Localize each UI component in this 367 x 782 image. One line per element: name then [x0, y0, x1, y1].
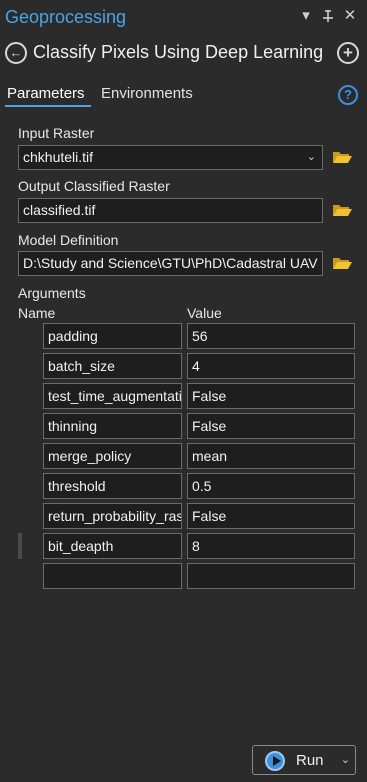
argument-value-field[interactable]: False — [187, 383, 355, 409]
pin-icon[interactable] — [320, 6, 336, 26]
model-definition-input[interactable]: D:\Study and Science\GTU\PhD\Cadastral U… — [18, 251, 323, 276]
add-to-favorites-button[interactable]: + — [337, 42, 359, 64]
play-icon — [265, 751, 285, 771]
argument-value-field[interactable] — [187, 563, 355, 589]
tab-environments[interactable]: Environments — [101, 85, 193, 102]
active-tab-indicator — [5, 105, 91, 107]
argument-value-field[interactable]: 56 — [187, 323, 355, 349]
folder-icon[interactable] — [332, 150, 352, 169]
folder-icon[interactable] — [332, 203, 352, 222]
tool-title: Classify Pixels Using Deep Learning — [33, 42, 324, 62]
close-icon[interactable]: ✕ — [342, 6, 358, 26]
tab-parameters[interactable]: Parameters — [7, 85, 85, 102]
pane-title: Geoprocessing — [5, 7, 127, 27]
arguments-label: Arguments — [18, 285, 86, 301]
argument-name-field[interactable]: batch_size — [43, 353, 182, 379]
help-icon[interactable]: ? — [338, 85, 358, 105]
input-raster-value: chkhuteli.tif — [23, 149, 94, 165]
run-button[interactable]: Run ⌄ — [252, 745, 356, 775]
argument-value-field[interactable]: 8 — [187, 533, 355, 559]
input-raster-label: Input Raster — [18, 125, 95, 141]
argument-value-field[interactable]: False — [187, 413, 355, 439]
argument-name-field[interactable]: padding — [43, 323, 182, 349]
argument-value-field[interactable]: 4 — [187, 353, 355, 379]
output-raster-input[interactable]: classified.tif — [18, 198, 323, 223]
pane-menu-icon[interactable]: ▾ — [298, 6, 314, 26]
argument-value-field[interactable]: False — [187, 503, 355, 529]
argument-name-field[interactable]: test_time_augmentation — [43, 383, 182, 409]
model-definition-value: D:\Study and Science\GTU\PhD\Cadastral U… — [23, 255, 318, 271]
argument-name-field[interactable]: bit_deapth — [43, 533, 182, 559]
argument-name-field[interactable]: merge_policy — [43, 443, 182, 469]
back-button[interactable]: ← — [5, 42, 27, 64]
argument-name-field[interactable]: thinning — [43, 413, 182, 439]
chevron-down-icon: ⌄ — [306, 151, 316, 163]
argument-value-field[interactable]: mean — [187, 443, 355, 469]
input-raster-dropdown[interactable]: chkhuteli.tif ⌄ — [18, 145, 323, 170]
column-header-value: Value — [187, 305, 222, 321]
column-header-name: Name — [18, 305, 56, 321]
run-label: Run — [296, 752, 324, 769]
folder-icon[interactable] — [332, 256, 352, 275]
chevron-down-icon: ⌄ — [340, 754, 350, 766]
model-definition-label: Model Definition — [18, 232, 119, 248]
argument-name-field[interactable] — [43, 563, 182, 589]
argument-name-field[interactable]: return_probability_raster — [43, 503, 182, 529]
argument-name-field[interactable]: threshold — [43, 473, 182, 499]
output-raster-label: Output Classified Raster — [18, 178, 170, 194]
argument-value-field[interactable]: 0.5 — [187, 473, 355, 499]
output-raster-value: classified.tif — [23, 202, 96, 218]
row-drag-handle[interactable] — [18, 533, 22, 559]
